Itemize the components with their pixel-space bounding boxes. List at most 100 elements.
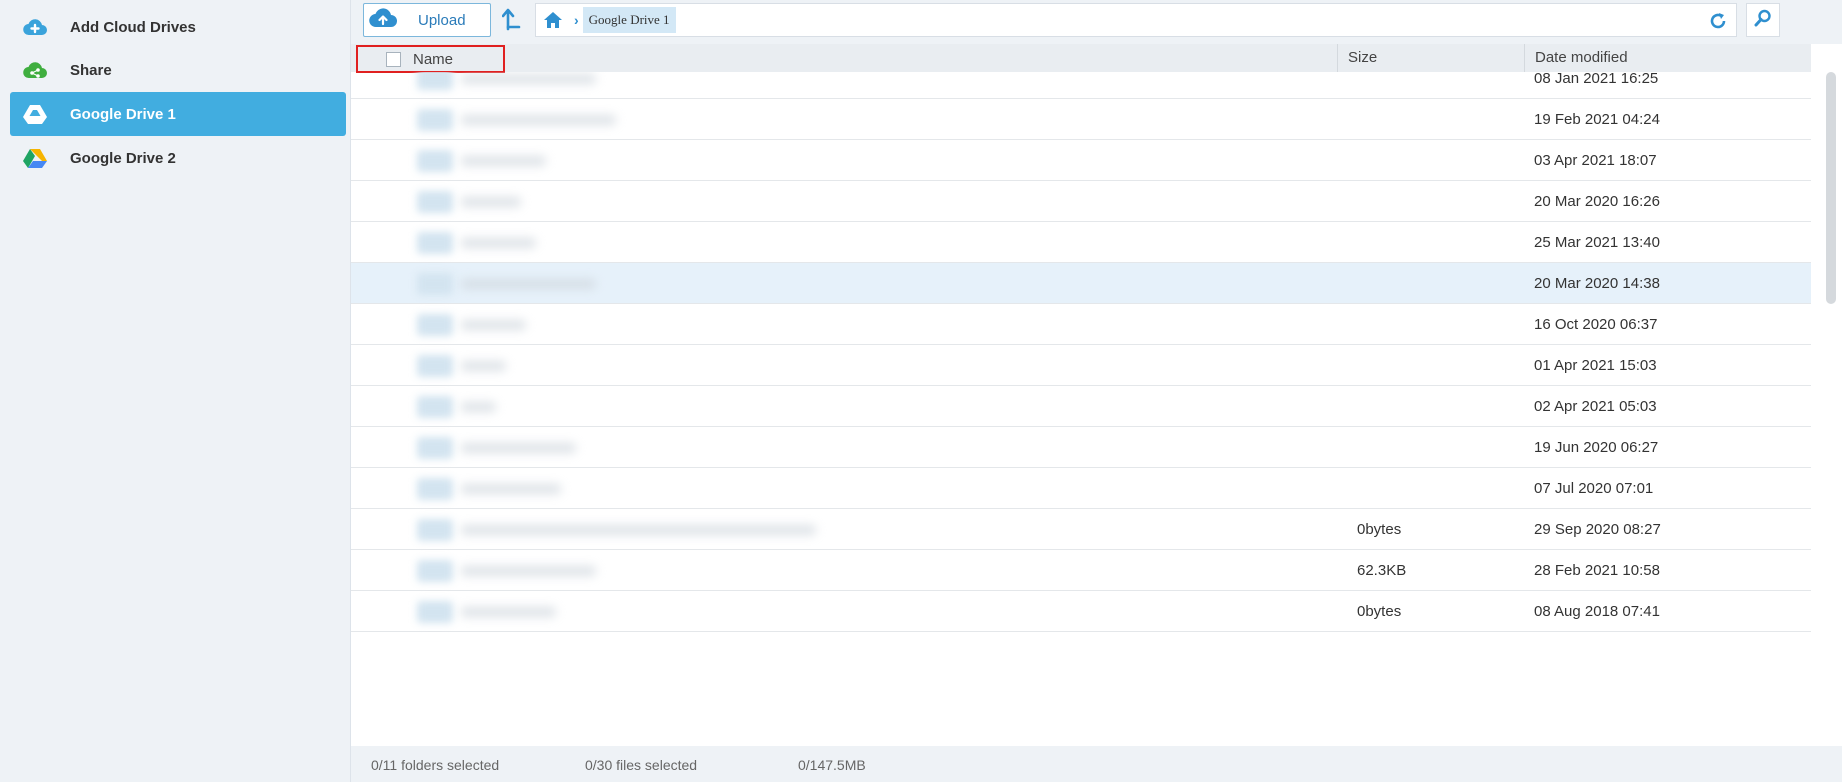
folder-icon	[417, 72, 453, 90]
column-header-name-label: Name	[413, 50, 454, 68]
refresh-icon[interactable]	[1708, 11, 1728, 31]
file-date-modified: 07 Jul 2020 07:01	[1534, 480, 1654, 497]
file-date-modified: 08 Jan 2021 16:25	[1534, 72, 1659, 87]
file-date-modified: 25 Mar 2021 13:40	[1534, 234, 1660, 251]
table-row[interactable]: 16 Oct 2020 06:37	[351, 304, 1811, 345]
sidebar-item-share[interactable]: Share	[10, 48, 346, 92]
file-date-modified: 19 Feb 2021 04:24	[1534, 111, 1660, 128]
table-row[interactable]: 08 Jan 2021 16:25	[351, 72, 1811, 99]
folder-icon	[417, 478, 453, 500]
parent-folder-button[interactable]	[499, 6, 525, 36]
upload-label: Upload	[418, 11, 466, 29]
folder-icon	[417, 396, 453, 418]
name-column-highlight: Name	[356, 45, 505, 73]
column-header-date-label: Date modified	[1535, 49, 1628, 66]
sidebar: Add Cloud Drives Share Google Drive 1 Go…	[0, 0, 351, 782]
table-row[interactable]: 0bytes 29 Sep 2020 08:27	[351, 509, 1811, 550]
table-row[interactable]: 02 Apr 2021 05:03	[351, 386, 1811, 427]
file-date-modified: 03 Apr 2021 18:07	[1534, 152, 1657, 169]
file-date-modified: 19 Jun 2020 06:27	[1534, 439, 1659, 456]
table-row[interactable]: 62.3KB 28 Feb 2021 10:58	[351, 550, 1811, 591]
breadcrumb-google-drive-1[interactable]: Google Drive 1	[582, 7, 676, 33]
google-drive-icon	[10, 147, 60, 169]
file-size: 62.3KB	[1357, 562, 1407, 579]
table-row[interactable]: 07 Jul 2020 07:01	[351, 468, 1811, 509]
size-selected-status: 0/147.5MB	[798, 757, 866, 773]
search-button[interactable]	[1746, 3, 1780, 37]
table-row[interactable]: 03 Apr 2021 18:07	[351, 140, 1811, 181]
file-size: 0bytes	[1357, 603, 1402, 620]
file-name-redacted	[461, 74, 596, 84]
home-icon[interactable]	[536, 11, 570, 29]
file-size: 0bytes	[1357, 521, 1402, 538]
folder-icon	[417, 109, 453, 131]
file-date-modified: 16 Oct 2020 06:37	[1534, 316, 1658, 333]
file-name-redacted	[461, 566, 596, 576]
column-header-date-modified[interactable]: Date modified	[1524, 44, 1812, 72]
file-name-redacted	[461, 402, 496, 412]
folder-icon	[417, 355, 453, 377]
file-name-redacted	[461, 279, 596, 289]
column-header-size[interactable]: Size	[1337, 44, 1525, 72]
table-row[interactable]: 19 Jun 2020 06:27	[351, 427, 1811, 468]
file-name-redacted	[461, 238, 536, 248]
column-header-name[interactable]: Name	[351, 44, 1337, 73]
sidebar-item-google-drive-1[interactable]: Google Drive 1	[10, 92, 346, 136]
table-row[interactable]: 25 Mar 2021 13:40	[351, 222, 1811, 263]
folder-icon	[417, 150, 453, 172]
file-name-redacted	[461, 156, 546, 166]
column-header-size-label: Size	[1348, 49, 1378, 66]
sidebar-item-add-cloud-drives[interactable]: Add Cloud Drives	[10, 5, 346, 49]
folder-icon	[417, 191, 453, 213]
folder-icon	[417, 519, 453, 541]
files-selected-status: 0/30 files selected	[585, 757, 698, 773]
folder-icon	[417, 560, 453, 582]
status-bar: 0/11 folders selected 0/30 files selecte…	[351, 746, 1842, 782]
file-name-redacted	[461, 361, 506, 371]
toolbar: Upload › Google Drive 1	[351, 0, 1842, 44]
scrollbar-thumb[interactable]	[1826, 72, 1836, 304]
folders-selected-status: 0/11 folders selected	[371, 757, 500, 773]
file-name-redacted	[461, 115, 616, 125]
google-drive-icon	[10, 103, 60, 125]
select-all-checkbox[interactable]	[386, 51, 401, 67]
folder-icon	[417, 273, 453, 295]
table-row[interactable]: 19 Feb 2021 04:24	[351, 99, 1811, 140]
path-bar: › Google Drive 1	[535, 3, 1737, 37]
cloud-plus-icon	[10, 17, 60, 37]
file-date-modified: 01 Apr 2021 15:03	[1534, 357, 1657, 374]
search-icon	[1754, 9, 1772, 32]
file-date-modified: 08 Aug 2018 07:41	[1534, 603, 1660, 620]
file-name-redacted	[461, 320, 526, 330]
arrow-up-icon	[501, 7, 522, 36]
file-name-redacted	[461, 197, 521, 207]
folder-icon	[417, 232, 453, 254]
file-name-redacted	[461, 443, 576, 453]
share-icon	[10, 60, 60, 80]
sidebar-item-label: Google Drive 1	[70, 105, 176, 123]
sidebar-item-google-drive-2[interactable]: Google Drive 2	[10, 136, 346, 180]
table-header: Name Size Date modified	[351, 44, 1812, 73]
scrollbar[interactable]	[1826, 72, 1836, 742]
file-date-modified: 28 Feb 2021 10:58	[1534, 562, 1660, 579]
file-list: 08 Jan 2021 16:25 19 Feb 2021 04:24 03 Apr…	[351, 72, 1811, 742]
folder-icon	[417, 437, 453, 459]
upload-button[interactable]: Upload	[363, 3, 491, 37]
folder-icon	[417, 601, 453, 623]
chevron-right-icon: ›	[574, 12, 579, 28]
table-row[interactable]: 0bytes 08 Aug 2018 07:41	[351, 591, 1811, 632]
file-date-modified: 29 Sep 2020 08:27	[1534, 521, 1661, 538]
file-name-redacted	[461, 484, 561, 494]
file-name-redacted	[461, 607, 556, 617]
file-name-redacted	[461, 525, 816, 535]
sidebar-item-label: Share	[70, 61, 112, 79]
file-date-modified: 02 Apr 2021 05:03	[1534, 398, 1657, 415]
file-date-modified: 20 Mar 2020 16:26	[1534, 193, 1660, 210]
table-row[interactable]: 01 Apr 2021 15:03	[351, 345, 1811, 386]
folder-icon	[417, 314, 453, 336]
table-row[interactable]: 20 Mar 2020 16:26	[351, 181, 1811, 222]
cloud-upload-icon	[368, 7, 398, 34]
sidebar-item-label: Google Drive 2	[70, 149, 176, 167]
sidebar-item-label: Add Cloud Drives	[70, 18, 196, 36]
table-row[interactable]: 20 Mar 2020 14:38	[351, 263, 1811, 304]
